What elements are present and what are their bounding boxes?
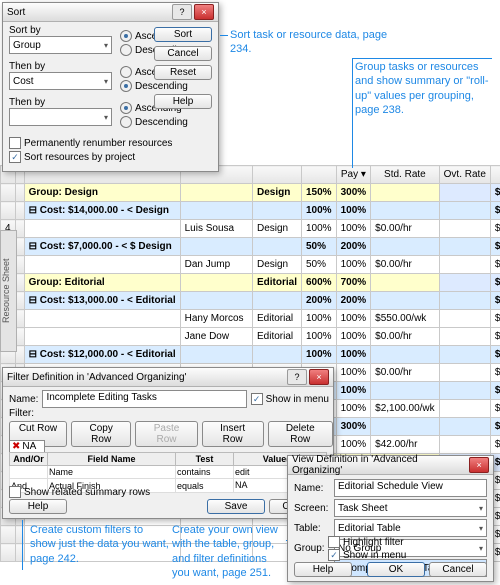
sort-dialog: Sort ? × Sort by Group ▾ Ascending Desce… (2, 2, 219, 172)
filter-name-input[interactable]: Incomplete Editing Tasks (42, 390, 246, 408)
callout-group: Group tasks or resources and show summar… (355, 60, 495, 117)
ok-button[interactable]: OK (367, 562, 425, 577)
col-andor: And/Or (10, 453, 48, 466)
show-summary-check[interactable]: Show related summary rows (9, 486, 150, 498)
callout-filter: Create custom filters to show just the d… (30, 523, 170, 566)
sort-by-dropdown[interactable]: Group ▾ (9, 36, 112, 54)
chevron-down-icon: ▾ (104, 113, 108, 122)
sort-by-value: Group (13, 40, 41, 51)
help-button[interactable]: Help (154, 94, 212, 109)
grid-header[interactable]: Std. Rate (371, 166, 440, 184)
x-icon[interactable]: ✖ (12, 441, 20, 452)
grid-header[interactable] (252, 166, 301, 184)
help-icon[interactable]: ? (287, 369, 307, 385)
chevron-down-icon: ▾ (104, 41, 108, 50)
cancel-button[interactable]: Cancel (429, 562, 487, 577)
col-test: Test (176, 453, 234, 466)
view-title: View Definition in 'Advanced Organizing' (292, 454, 467, 476)
help-button[interactable]: Help (294, 562, 352, 577)
view-dialog: View Definition in 'Advanced Organizing'… (287, 455, 494, 582)
chevron-down-icon: ▾ (104, 77, 108, 86)
grid-row[interactable]: 5Hany MorcosEditorial100%100%$550.00/wk$… (1, 310, 500, 328)
grid-header[interactable] (302, 166, 337, 184)
screen-dropdown[interactable]: Task Sheet▾ (334, 499, 487, 517)
grid-row[interactable]: 6Jane DowEditorial100%100%$0.00/hr$13,13… (1, 328, 500, 346)
sort-button[interactable]: Sort (154, 27, 212, 42)
thenby2-dropdown[interactable]: ▾ (9, 108, 112, 126)
thenby2-label: Then by (9, 97, 112, 108)
chevron-down-icon: ▾ (479, 504, 483, 513)
reset-button[interactable]: Reset (154, 65, 212, 80)
chevron-down-icon: ▾ (479, 524, 483, 533)
thenby-value: Cost (13, 76, 34, 87)
name-label: Name: (9, 394, 38, 405)
thenby-dropdown[interactable]: Cost ▾ (9, 72, 112, 90)
close-icon[interactable]: × (194, 4, 214, 20)
grid-row[interactable]: Group: EditorialEditorial600%700%$56,197… (1, 274, 500, 292)
close-icon[interactable]: × (469, 457, 489, 473)
grid-row[interactable]: ⊟ Cost: $7,000.00 - < $ Design50%200%$7,… (1, 238, 500, 256)
na-box: NA (22, 441, 36, 452)
highlight-filter-check[interactable]: Highlight filter (328, 536, 406, 548)
view-name-input[interactable]: Editorial Schedule View (334, 479, 487, 497)
table-dropdown[interactable]: Editorial Table▾ (334, 519, 487, 537)
filter-row[interactable]: Name contains edit (10, 466, 327, 479)
col-field: Field Name (48, 453, 176, 466)
chevron-down-icon: ▾ (479, 544, 483, 553)
callout-sort: Sort task or resource data, page 234. (230, 28, 390, 57)
filter-dialog: Filter Definition in 'Advanced Organizin… (2, 367, 334, 519)
filter-label: Filter: (9, 408, 34, 419)
sort-titlebar: Sort ? × (3, 3, 218, 22)
perm-renumber-check[interactable]: Permanently renumber resources (9, 137, 172, 149)
sheet-tab[interactable]: Resource Sheet (0, 230, 17, 352)
grid-row[interactable]: ⊟ Cost: $13,000.00 - < Editorial200%200%… (1, 292, 500, 310)
grid-row[interactable]: ⊟ Cost: $14,000.00 - < Design100%100%$14… (1, 202, 500, 220)
grid-header[interactable]: Cost (490, 166, 500, 184)
grid-header[interactable]: Ovt. Rate (439, 166, 490, 184)
grid-row[interactable]: Dan JumpDesign50%100%$0.00/hr$7,134.7594… (1, 256, 500, 274)
close-icon[interactable]: × (309, 369, 329, 385)
filter-title: Filter Definition in 'Advanced Organizin… (7, 372, 186, 383)
view-titlebar: View Definition in 'Advanced Organizing'… (288, 456, 493, 475)
thenby2-desc-radio[interactable]: Descending (120, 116, 188, 128)
sort-title: Sort (7, 7, 25, 18)
thenby-label: Then by (9, 61, 112, 72)
help-button[interactable]: Help (9, 499, 67, 514)
grid-row[interactable]: ⊟ Cost: $12,000.00 - < Editorial100%100%… (1, 346, 500, 364)
save-button[interactable]: Save (207, 499, 265, 514)
cancel-button[interactable]: Cancel (154, 46, 212, 61)
sort-by-label: Sort by (9, 25, 112, 36)
grid-row[interactable]: Group: DesignDesign150%300%$21,134.75294… (1, 184, 500, 202)
sort-by-project-check[interactable]: Sort resources by project (9, 151, 135, 163)
show-in-menu-check[interactable] (251, 393, 263, 405)
help-icon[interactable]: ? (172, 4, 192, 20)
callout-view: Create your own view with the table, gro… (172, 523, 287, 580)
show-in-menu-check[interactable]: Show in menu (328, 549, 406, 561)
grid-row[interactable]: 4Luis SousaDesign100%100%$0.00/hr$14,000… (1, 220, 500, 238)
filter-titlebar: Filter Definition in 'Advanced Organizin… (3, 368, 333, 387)
grid-header[interactable]: Pay ▾ (336, 166, 371, 184)
